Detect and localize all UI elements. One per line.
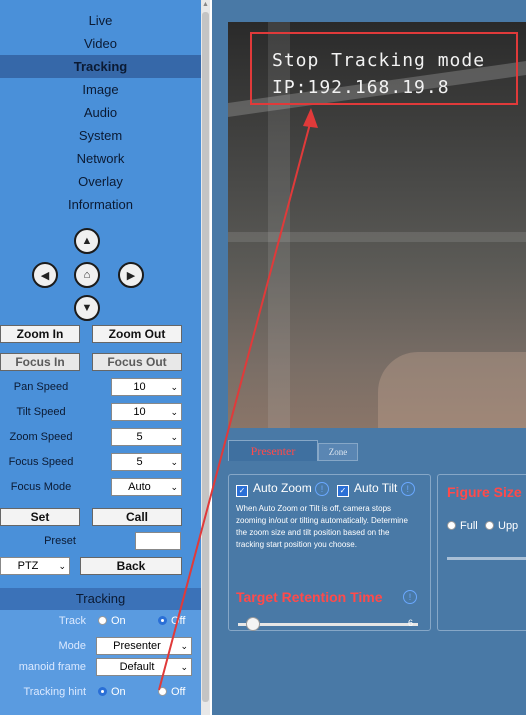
menu-item-video[interactable]: Video	[0, 32, 201, 55]
tilt-speed-select[interactable]: 10 ⌄	[111, 403, 182, 421]
radio-icon	[158, 687, 167, 696]
focus-mode-select[interactable]: Auto ⌄	[111, 478, 182, 496]
retention-value: 6	[408, 618, 414, 628]
retention-time-title: Target Retention Time	[236, 589, 383, 605]
radio-icon	[98, 616, 107, 625]
radio-selected-icon	[98, 687, 107, 696]
ptz-mode-select[interactable]: PTZ ⌄	[0, 557, 70, 575]
menu-item-overlay[interactable]: Overlay	[0, 170, 201, 193]
focus-mode-label: Focus Mode	[10, 481, 72, 493]
tracking-mode-select[interactable]: Presenter ⌄	[96, 637, 192, 655]
focus-speed-label: Focus Speed	[8, 456, 74, 468]
focus-out-button[interactable]: Focus Out	[92, 353, 182, 371]
tilt-speed-label: Tilt Speed	[16, 406, 66, 418]
back-button[interactable]: Back	[80, 557, 182, 575]
chevron-down-icon: ⌄	[170, 432, 178, 442]
hint-on-radio[interactable]: On	[98, 686, 126, 698]
info-icon[interactable]: !	[400, 482, 415, 496]
pan-speed-label: Pan Speed	[13, 381, 69, 393]
chevron-down-icon: ⌄	[180, 641, 188, 651]
scroll-up-icon[interactable]: ▲	[202, 0, 209, 10]
chevron-down-icon: ⌄	[180, 662, 188, 672]
tracking-panel-title: Tracking	[0, 588, 201, 610]
call-button[interactable]: Call	[92, 508, 182, 526]
menu-item-audio[interactable]: Audio	[0, 101, 201, 124]
chevron-down-icon: ⌄	[170, 382, 178, 392]
arrow-up-icon[interactable]: ▲	[74, 228, 100, 254]
arrow-left-icon[interactable]: ◀	[32, 262, 58, 288]
focus-in-button[interactable]: Focus In	[0, 353, 80, 371]
zoom-in-button[interactable]: Zoom In	[0, 325, 80, 343]
pan-speed-select[interactable]: 10 ⌄	[111, 378, 182, 396]
hand-region	[378, 352, 526, 428]
osd-mode-text: Stop Tracking mode	[272, 50, 486, 71]
chevron-down-icon: ⌄	[170, 407, 178, 417]
menu-item-network[interactable]: Network	[0, 147, 201, 170]
figure-full-radio[interactable]: Full	[447, 520, 478, 532]
arrow-down-icon[interactable]: ▼	[74, 295, 100, 321]
osd-ip-text: IP:192.168.19.8	[272, 77, 450, 98]
checkbox-checked-icon: ✓	[337, 485, 349, 497]
scrollbar-thumb[interactable]	[202, 12, 209, 702]
menu-item-system[interactable]: System	[0, 124, 201, 147]
menu-item-live[interactable]: Live	[0, 9, 201, 32]
arrow-right-icon[interactable]: ▶	[118, 262, 144, 288]
frame-select[interactable]: Default ⌄	[96, 658, 192, 676]
tab-presenter[interactable]: Presenter	[228, 440, 318, 461]
track-label: Track	[58, 615, 86, 627]
chevron-down-icon: ⌄	[58, 561, 66, 571]
radio-selected-icon	[158, 616, 167, 625]
retention-slider-thumb[interactable]	[246, 617, 260, 631]
zoom-speed-label: Zoom Speed	[9, 431, 73, 443]
track-on-radio[interactable]: On	[98, 615, 126, 627]
menu-item-image[interactable]: Image	[0, 78, 201, 101]
figure-size-title: Figure Size	[447, 484, 522, 500]
zoom-out-button[interactable]: Zoom Out	[92, 325, 182, 343]
retention-slider-track[interactable]	[238, 623, 418, 626]
tab-zone[interactable]: Zone	[318, 443, 358, 461]
figure-upper-radio[interactable]: Upp	[485, 520, 518, 532]
info-icon[interactable]: !	[315, 482, 330, 496]
chevron-down-icon: ⌄	[170, 482, 178, 492]
radio-icon	[447, 521, 456, 530]
checkbox-checked-icon: ✓	[236, 485, 248, 497]
preset-input[interactable]	[135, 532, 181, 550]
auto-tilt-checkbox[interactable]: ✓ Auto Tilt !	[337, 481, 415, 497]
tracking-hint-label: Tracking hint	[23, 686, 86, 698]
menu-item-tracking[interactable]: Tracking	[0, 55, 201, 78]
track-off-radio[interactable]: Off	[158, 615, 185, 627]
set-button[interactable]: Set	[0, 508, 80, 526]
focus-speed-select[interactable]: 5 ⌄	[111, 453, 182, 471]
auto-zoom-checkbox[interactable]: ✓ Auto Zoom !	[236, 481, 330, 497]
zoom-speed-select[interactable]: 5 ⌄	[111, 428, 182, 446]
menu-item-information[interactable]: Information	[0, 193, 201, 216]
figure-slider-track[interactable]	[447, 557, 526, 560]
home-icon[interactable]: ⌂	[74, 262, 100, 288]
preset-label: Preset	[44, 535, 76, 547]
mode-label: Mode	[58, 640, 86, 652]
frame-label: manoid frame	[18, 661, 86, 673]
auto-zoom-description: When Auto Zoom or Tilt is off, camera st…	[236, 504, 408, 549]
radio-icon	[485, 521, 494, 530]
info-icon[interactable]: !	[403, 590, 417, 604]
presenter-settings-panel	[228, 474, 431, 631]
hint-off-radio[interactable]: Off	[158, 686, 185, 698]
chevron-down-icon: ⌄	[170, 457, 178, 467]
